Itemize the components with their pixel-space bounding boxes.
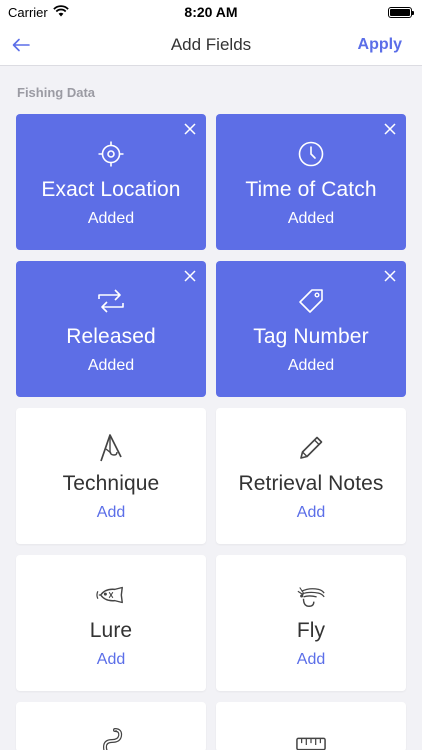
field-add-link[interactable]: Add xyxy=(97,651,125,669)
fly-icon xyxy=(296,580,326,610)
clock-icon xyxy=(296,139,326,169)
field-label: Fly xyxy=(296,619,326,642)
back-button[interactable] xyxy=(12,38,30,52)
field-card-time-of-catch[interactable]: Time of Catch Added xyxy=(216,114,406,250)
field-card-tag-number[interactable]: Tag Number Added xyxy=(216,261,406,397)
field-card-exact-location[interactable]: Exact Location Added xyxy=(16,114,206,250)
field-status: Added xyxy=(87,210,135,227)
status-bar: Carrier 8:20 AM xyxy=(0,0,422,24)
field-label: Released xyxy=(66,325,156,348)
field-label: Technique xyxy=(62,472,160,495)
field-card-retrieval-notes[interactable]: Retrieval Notes Add xyxy=(216,408,406,544)
field-label: Tag Number xyxy=(253,325,369,348)
battery-icon xyxy=(388,6,414,18)
close-icon[interactable] xyxy=(383,122,397,136)
nav-bar: Add Fields Apply xyxy=(0,24,422,66)
field-label: Lure xyxy=(89,619,133,642)
field-grid: Exact Location Added Time of Catch Added… xyxy=(16,114,406,750)
field-status: Added xyxy=(287,357,335,374)
close-icon[interactable] xyxy=(183,122,197,136)
field-add-link[interactable]: Add xyxy=(297,651,325,669)
field-label: Exact Location xyxy=(41,178,181,201)
field-add-link[interactable]: Add xyxy=(297,504,325,522)
field-card-technique[interactable]: Technique Add xyxy=(16,408,206,544)
apply-button[interactable]: Apply xyxy=(358,36,402,54)
field-card-partial[interactable] xyxy=(216,702,406,750)
field-card-lure[interactable]: Lure Add xyxy=(16,555,206,691)
crosshair-icon xyxy=(96,139,126,169)
field-card-released[interactable]: Released Added xyxy=(16,261,206,397)
worm-icon xyxy=(96,727,126,750)
release-arrows-icon xyxy=(96,286,126,316)
close-icon[interactable] xyxy=(383,269,397,283)
tag-icon xyxy=(296,286,326,316)
field-card-fly[interactable]: Fly Add xyxy=(216,555,406,691)
field-card-partial[interactable] xyxy=(16,702,206,750)
field-status: Added xyxy=(287,210,335,227)
pencil-icon xyxy=(296,433,326,463)
close-icon[interactable] xyxy=(183,269,197,283)
carrier-label: Carrier xyxy=(8,4,48,20)
field-label: Retrieval Notes xyxy=(238,472,384,495)
ruler-icon xyxy=(296,736,326,750)
field-status: Added xyxy=(87,357,135,374)
fishing-rod-icon xyxy=(96,433,126,463)
back-arrow-icon xyxy=(12,38,30,51)
field-add-link[interactable]: Add xyxy=(97,504,125,522)
field-label: Time of Catch xyxy=(245,178,377,201)
wifi-icon xyxy=(52,4,69,20)
section-label: Fishing Data xyxy=(17,85,96,100)
status-left: Carrier xyxy=(8,5,69,20)
lure-icon xyxy=(96,580,126,610)
